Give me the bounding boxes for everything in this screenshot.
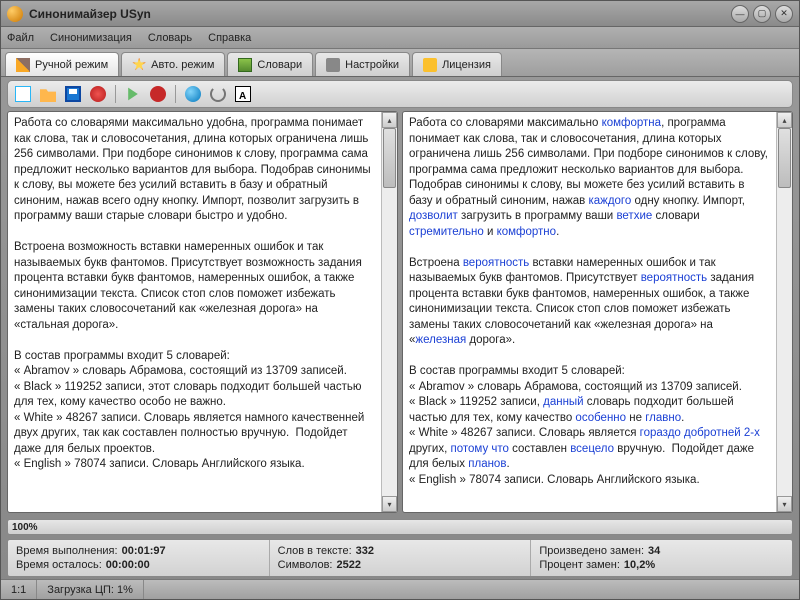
progress-bar: 100% (7, 519, 793, 535)
save-icon (65, 86, 81, 102)
app-icon (7, 6, 23, 22)
window-title: Синонимайзер USyn (29, 7, 731, 21)
book-icon (238, 58, 252, 72)
save-button[interactable] (62, 83, 84, 105)
synonym: всецело (570, 443, 614, 455)
percent-value: 10,2% (624, 559, 655, 571)
synonym: комфортно (497, 226, 556, 238)
stop-icon (150, 86, 166, 102)
synonym: данный (543, 396, 584, 408)
new-button[interactable] (12, 83, 34, 105)
play-icon (125, 86, 141, 102)
statusbar: 1:1 Загрузка ЦП: 1% (1, 579, 799, 599)
separator (115, 85, 116, 103)
scroll-track[interactable] (382, 128, 397, 496)
clear-button[interactable] (87, 83, 109, 105)
refresh-icon (210, 86, 226, 102)
toolbar (7, 80, 793, 108)
tab-strip: Ручной режим Авто. режим Словари Настрой… (1, 49, 799, 77)
chars-label: Символов: (278, 559, 333, 571)
tab-manual-mode[interactable]: Ручной режим (5, 52, 119, 76)
time-remaining-value: 00:00:00 (106, 559, 150, 571)
tab-settings[interactable]: Настройки (315, 52, 410, 76)
wrench-icon (326, 58, 340, 72)
words-label: Слов в тексте: (278, 545, 352, 557)
scroll-track[interactable] (777, 128, 792, 496)
scrollbar[interactable]: ▴ ▾ (776, 112, 792, 512)
synonym: гораздо добротней 2-х (640, 427, 760, 439)
result-text[interactable]: Работа со словарями максимально комфортн… (403, 112, 776, 512)
font-button[interactable] (232, 83, 254, 105)
open-button[interactable] (37, 83, 59, 105)
scroll-thumb[interactable] (778, 128, 791, 188)
titlebar: Синонимайзер USyn — ▢ ✕ (1, 1, 799, 27)
tab-dictionaries[interactable]: Словари (227, 52, 313, 76)
synonym: потому что (451, 443, 509, 455)
synonym: планов (468, 458, 506, 470)
source-text-pane[interactable]: Работа со словарями максимально удобна, … (7, 111, 398, 513)
menu-file[interactable]: Файл (7, 32, 34, 44)
stop-button[interactable] (147, 83, 169, 105)
stats-panel: Время выполнения: 00:01:97 Время осталос… (7, 539, 793, 577)
synonym: каждого (588, 195, 631, 207)
time-remaining-label: Время осталось: (16, 559, 102, 571)
new-file-icon (15, 86, 31, 102)
close-button[interactable]: ✕ (775, 5, 793, 23)
run-button[interactable] (122, 83, 144, 105)
scroll-up-button[interactable]: ▴ (777, 112, 792, 128)
menubar: Файл Синонимизация Словарь Справка (1, 27, 799, 49)
tab-license[interactable]: Лицензия (412, 52, 502, 76)
synonym: ветхие (616, 210, 652, 222)
synonym: особенно (575, 412, 626, 424)
scroll-down-button[interactable]: ▾ (382, 496, 397, 512)
scrollbar[interactable]: ▴ ▾ (381, 112, 397, 512)
separator (175, 85, 176, 103)
synonym: дозволит (409, 210, 458, 222)
cpu-load: Загрузка ЦП: 1% (37, 580, 144, 599)
menu-synonymization[interactable]: Синонимизация (50, 32, 132, 44)
replacements-label: Произведено замен: (539, 545, 644, 557)
source-text[interactable]: Работа со словарями максимально удобна, … (8, 112, 381, 512)
folder-open-icon (40, 86, 56, 102)
pencil-icon (16, 58, 30, 72)
scroll-down-button[interactable]: ▾ (777, 496, 792, 512)
globe-icon (185, 86, 201, 102)
tab-auto-mode[interactable]: Авто. режим (121, 52, 225, 76)
percent-label: Процент замен: (539, 559, 620, 571)
scroll-thumb[interactable] (383, 128, 396, 188)
synonym: стремительно (409, 226, 484, 238)
key-icon (423, 58, 437, 72)
minimize-button[interactable]: — (731, 5, 749, 23)
cursor-position: 1:1 (1, 580, 37, 599)
refresh-button[interactable] (207, 83, 229, 105)
menu-dictionary[interactable]: Словарь (148, 32, 192, 44)
font-icon (235, 86, 251, 102)
clear-icon (90, 86, 106, 102)
scroll-up-button[interactable]: ▴ (382, 112, 397, 128)
time-elapsed-label: Время выполнения: (16, 545, 118, 557)
synonym: вероятность (463, 257, 529, 269)
synonym: главно (645, 412, 681, 424)
replacements-value: 34 (648, 545, 660, 557)
web-button[interactable] (182, 83, 204, 105)
synonym: железная (415, 334, 466, 346)
synonym: вероятность (641, 272, 707, 284)
chars-value: 2522 (336, 559, 360, 571)
maximize-button[interactable]: ▢ (753, 5, 771, 23)
time-elapsed-value: 00:01:97 (122, 545, 166, 557)
words-value: 332 (356, 545, 374, 557)
star-icon (132, 58, 146, 72)
result-text-pane[interactable]: Работа со словарями максимально комфортн… (402, 111, 793, 513)
menu-help[interactable]: Справка (208, 32, 251, 44)
synonym: комфортна (602, 117, 661, 129)
